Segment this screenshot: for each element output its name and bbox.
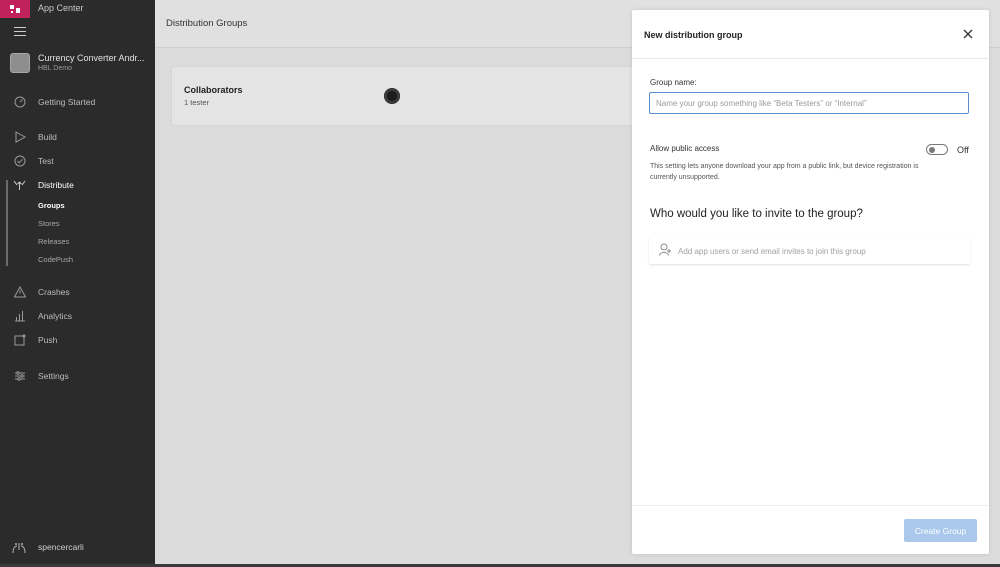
group-name-input[interactable] <box>649 92 969 114</box>
sidebar-item-test[interactable]: Test <box>0 153 155 169</box>
sidebar-item-analytics[interactable]: Analytics <box>0 308 155 324</box>
person-icon <box>659 243 671 256</box>
user-avatar-icon <box>12 541 26 554</box>
public-access-description: This setting lets anyone download your a… <box>650 163 919 181</box>
group-card[interactable]: Collaborators 1 tester <box>172 67 642 125</box>
distribute-icon <box>13 179 26 192</box>
sidebar-item-push[interactable]: Push <box>0 332 155 348</box>
tester-avatar <box>384 88 400 104</box>
new-distribution-group-panel: New distribution group Group name: Allow… <box>632 10 989 554</box>
sidebar-item-label: Distribute <box>38 180 74 190</box>
brand-name: App Center <box>38 3 84 13</box>
sidebar-subitem-stores[interactable]: Stores <box>38 219 60 228</box>
sidebar-item-label: Getting Started <box>38 97 96 107</box>
sidebar-item-label: Build <box>38 132 57 142</box>
group-tester-count: 1 tester <box>184 98 210 107</box>
sidebar-item-label: Analytics <box>38 311 73 321</box>
group-name: Collaborators <box>184 85 243 95</box>
sidebar-item-settings[interactable]: Settings <box>0 368 155 384</box>
sidebar: App Center Currency Converter Andr... HB… <box>0 0 155 567</box>
bar-chart-icon <box>13 310 26 323</box>
sliders-icon <box>13 370 26 383</box>
sidebar-item-build[interactable]: Build <box>0 129 155 145</box>
app-title: Currency Converter Andr... <box>38 53 145 63</box>
sidebar-subitem-groups[interactable]: Groups <box>38 201 65 210</box>
invite-input[interactable] <box>676 240 965 262</box>
public-access-state: Off <box>957 145 969 155</box>
sidebar-subitem-releases[interactable]: Releases <box>38 237 69 246</box>
sidebar-item-label: Settings <box>38 371 69 381</box>
panel-title: New distribution group <box>644 30 743 40</box>
app-avatar <box>10 53 30 73</box>
public-access-label: Allow public access <box>650 144 720 153</box>
sidebar-item-getting-started[interactable]: Getting Started <box>0 94 155 110</box>
push-icon <box>13 334 26 347</box>
warning-icon <box>13 286 26 299</box>
app-selector[interactable]: Currency Converter Andr... HBL Demo <box>10 52 150 76</box>
invite-heading: Who would you like to invite to the grou… <box>650 208 863 220</box>
check-circle-icon <box>13 155 26 168</box>
group-name-label: Group name: <box>650 78 697 87</box>
public-access-toggle[interactable] <box>926 144 948 155</box>
brand-row: App Center <box>0 0 155 18</box>
app-center-logo-icon <box>10 5 20 13</box>
panel-divider <box>632 58 989 59</box>
sidebar-subitem-codepush[interactable]: CodePush <box>38 255 73 264</box>
app-center-logo[interactable] <box>0 0 30 18</box>
gauge-icon <box>13 96 26 109</box>
app-subtitle: HBL Demo <box>38 65 72 72</box>
sidebar-item-crashes[interactable]: Crashes <box>0 284 155 300</box>
toggle-knob <box>929 146 935 153</box>
sidebar-item-label: Crashes <box>38 287 70 297</box>
menu-icon[interactable] <box>14 27 26 37</box>
create-group-button[interactable]: Create Group <box>904 519 977 542</box>
sidebar-item-label: Test <box>38 156 54 166</box>
user-name: spencercarli <box>38 542 84 552</box>
play-icon <box>13 131 26 144</box>
sidebar-item-distribute[interactable]: Distribute <box>0 177 155 193</box>
close-icon[interactable] <box>961 27 975 41</box>
page-title: Distribution Groups <box>166 18 248 29</box>
footer-divider <box>632 505 989 506</box>
invite-field[interactable] <box>649 236 970 264</box>
user-account[interactable]: spencercarli <box>12 541 152 555</box>
sidebar-item-label: Push <box>38 335 58 345</box>
